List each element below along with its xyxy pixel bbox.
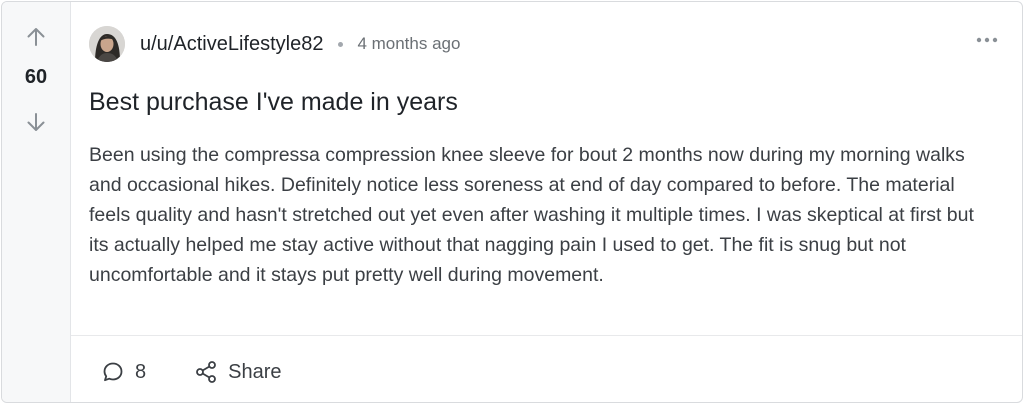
username-link[interactable]: u/u/ActiveLifestyle82 [140, 33, 323, 56]
user-photo [89, 26, 125, 62]
avatar[interactable] [89, 26, 125, 62]
upvote-button[interactable] [21, 22, 51, 52]
comments-button[interactable]: 8 [101, 360, 146, 384]
divider [71, 335, 1022, 336]
post-body: Been using the compressa compression kne… [89, 144, 974, 286]
vote-column: 60 [2, 2, 71, 402]
share-button[interactable]: Share [194, 360, 282, 384]
post-content: u/u/ActiveLifestyle82 4 months ago Best … [71, 2, 1022, 402]
comment-bubble-icon [103, 362, 123, 382]
downvote-button[interactable] [21, 107, 51, 137]
post-card: 60 u/u/ActiveLifestyle82 4 months ago Be… [1, 1, 1023, 403]
post-timestamp: 4 months ago [357, 34, 461, 53]
share-icon [196, 361, 217, 383]
post-actions: 8 Share [101, 356, 282, 388]
share-label: Share [228, 360, 282, 383]
separator-dot [338, 41, 344, 47]
arrow-down-icon [27, 113, 45, 131]
post-meta: u/u/ActiveLifestyle82 4 months ago [89, 26, 460, 62]
post-title[interactable]: Best purchase I've made in years [89, 88, 458, 117]
comment-count: 8 [135, 360, 147, 383]
arrow-up-icon [27, 28, 45, 46]
vote-score: 60 [24, 66, 48, 88]
more-options-button[interactable] [974, 30, 1000, 50]
more-horizontal-icon [976, 37, 998, 43]
